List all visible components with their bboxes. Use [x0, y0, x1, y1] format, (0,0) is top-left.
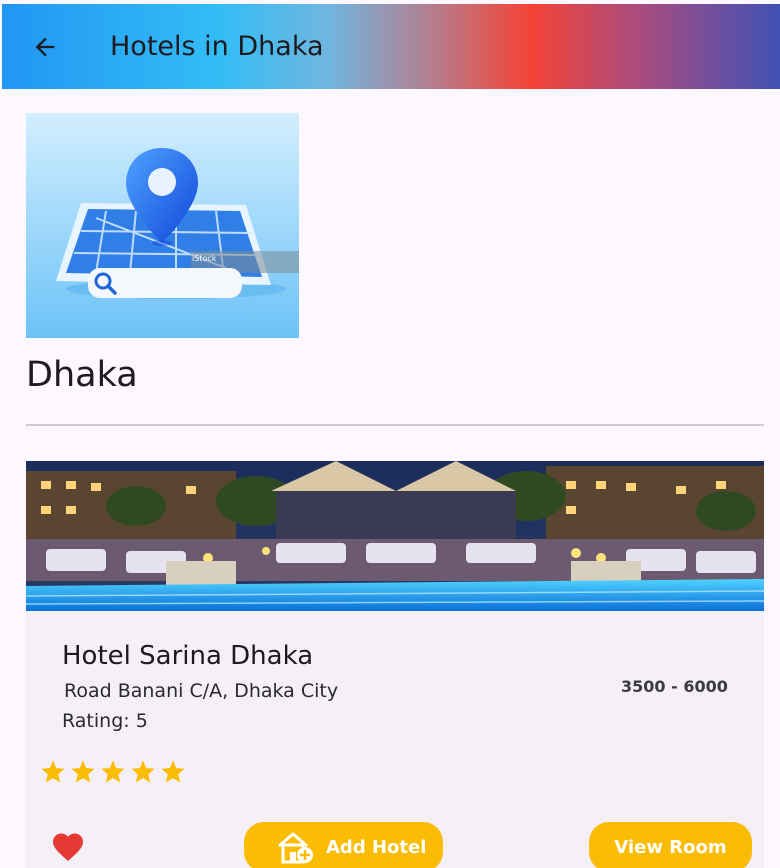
hotel-rating: Rating: 5 [62, 710, 148, 732]
add-home-icon [278, 832, 313, 864]
map-location-pin-image: iStock [26, 113, 299, 338]
city-name: Dhaka [26, 355, 138, 395]
hotel-card[interactable]: Hotel Sarina Dhaka Road Banani C/A, Dhak… [26, 461, 764, 868]
arrow-back-icon [35, 37, 55, 57]
star-icon [101, 760, 125, 783]
favorite-button[interactable] [50, 829, 86, 865]
add-hotel-button[interactable]: Add Hotel [244, 822, 443, 868]
hotel-address: Road Banani C/A, Dhaka City [64, 680, 339, 702]
hotel-pool-image [26, 461, 764, 611]
price-range: 3500 - 6000 [621, 677, 728, 696]
city-image: iStock [26, 113, 299, 338]
view-room-label: View Room [614, 836, 727, 858]
divider [26, 424, 764, 426]
back-button[interactable] [28, 30, 62, 64]
heart-icon [53, 833, 83, 862]
star-icon [41, 760, 65, 783]
add-hotel-label: Add Hotel [326, 836, 427, 858]
view-room-button[interactable]: View Room [589, 822, 752, 868]
star-icon [161, 760, 185, 783]
watermark-text: iStock [192, 254, 217, 263]
star-rating [39, 758, 187, 786]
page-title: Hotels in Dhaka [110, 31, 324, 62]
star-icon [131, 760, 155, 783]
app-bar: Hotels in Dhaka [2, 4, 780, 89]
hotel-name: Hotel Sarina Dhaka [62, 641, 314, 671]
star-icon [71, 760, 95, 783]
hotel-image [26, 461, 764, 611]
